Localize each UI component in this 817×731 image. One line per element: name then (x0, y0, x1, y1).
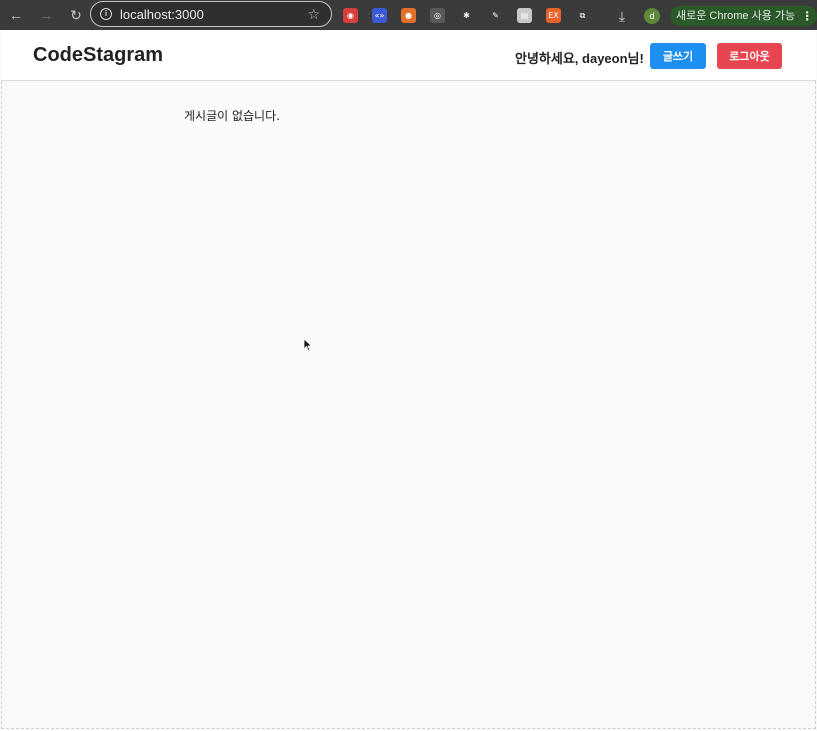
bug-ext-icon[interactable]: ✱ (459, 7, 474, 23)
logout-button[interactable]: 로그아웃 (717, 43, 782, 69)
kebab-menu-icon[interactable]: ⋮ (801, 6, 813, 26)
red-ext-icon[interactable]: ◉ (343, 7, 358, 23)
url-text[interactable]: localhost:3000 (120, 7, 204, 22)
target-ext-icon[interactable]: ◎ (430, 7, 445, 23)
orange-ext-icon[interactable]: EX (546, 7, 561, 23)
chrome-update-button[interactable]: 새로운 Chrome 사용 가능 ⋮ (670, 6, 817, 26)
mouse-cursor-icon (303, 338, 313, 352)
download-icon[interactable]: ⤓ (614, 8, 630, 25)
forward-arrow-icon[interactable]: → (38, 7, 54, 23)
extensions-row: ◉ «» ● ◎ ✱ ✎ ▤ EX ⧉ (343, 6, 604, 24)
brand-logo[interactable]: CodeStagram (33, 44, 163, 67)
bookmark-star-icon[interactable]: ☆ (307, 6, 320, 23)
eyedropper-ext-icon[interactable]: ✎ (488, 7, 503, 23)
write-post-button[interactable]: 글쓰기 (650, 43, 706, 69)
post-feed: 게시글이 없습니다. (1, 81, 816, 729)
empty-posts-message: 게시글이 없습니다. (184, 109, 280, 123)
reload-icon[interactable]: ↻ (68, 7, 84, 23)
address-bar[interactable]: i localhost:3000 ☆ (90, 1, 332, 27)
chrome-update-label: 새로운 Chrome 사용 가능 (676, 10, 796, 22)
blue-ext-icon[interactable]: «» (372, 7, 387, 23)
greeting-text: 안녕하세요, dayeon님! (515, 51, 644, 66)
puzzle-icon[interactable]: ⧉ (575, 7, 590, 23)
doc-ext-icon[interactable]: ▤ (517, 7, 532, 23)
app-header: CodeStagram 안녕하세요, dayeon님! 글쓰기 로그아웃 (1, 30, 816, 81)
profile-avatar[interactable]: d (644, 8, 660, 24)
browser-toolbar: ← → ↻ i localhost:3000 ☆ ◉ «» ● ◎ ✱ ✎ ▤ EX ⧉ ⤓ d… (0, 0, 817, 30)
info-icon[interactable]: i (100, 8, 112, 20)
back-arrow-icon[interactable]: ← (8, 7, 24, 23)
color-ext-icon[interactable]: ● (401, 7, 416, 23)
